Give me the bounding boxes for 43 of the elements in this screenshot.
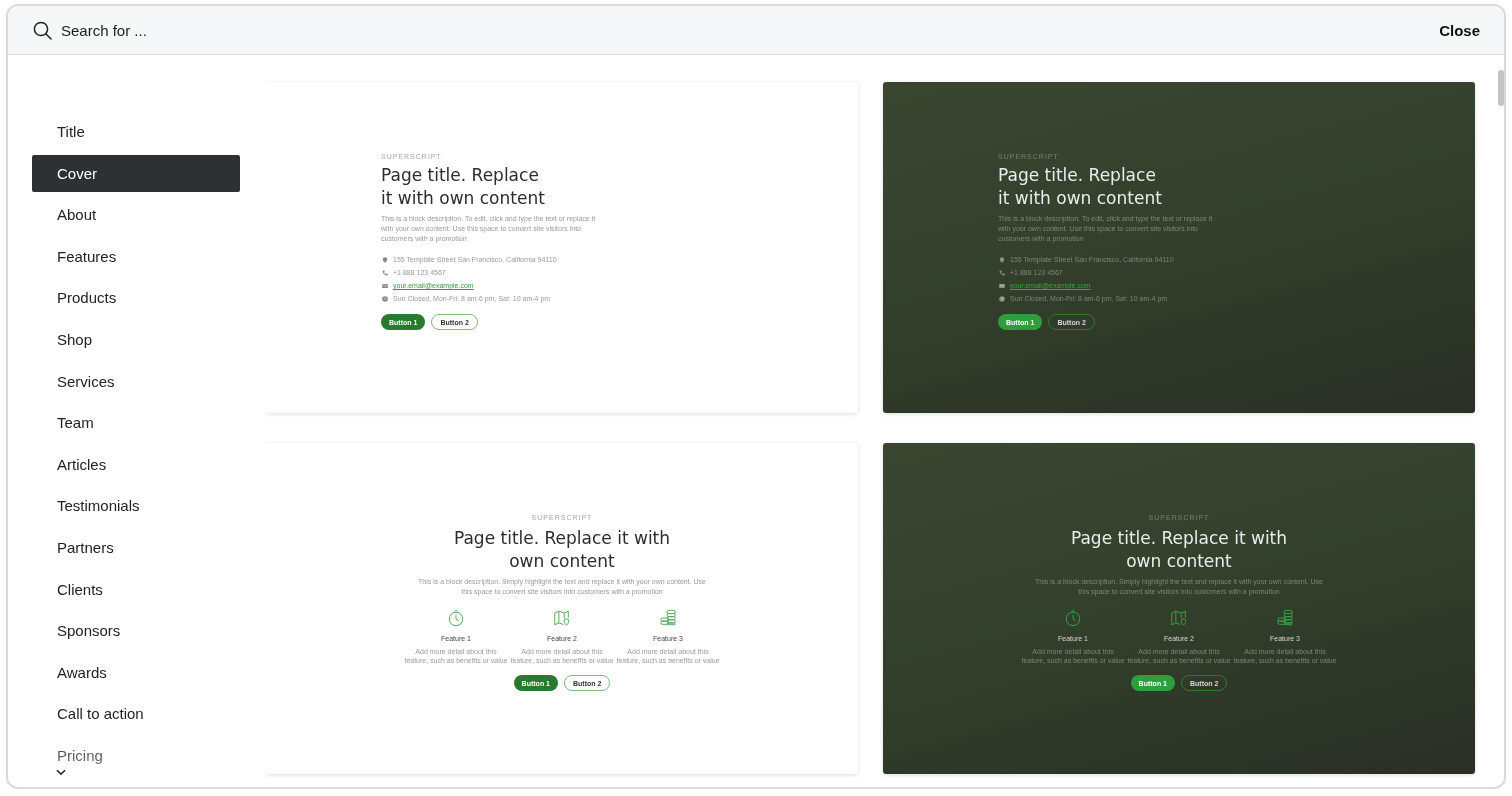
sidebar-item[interactable]: Awards bbox=[32, 653, 240, 691]
sidebar-item[interactable]: Title bbox=[32, 113, 240, 150]
scrollbar-thumb[interactable] bbox=[1498, 70, 1504, 106]
coins-icon bbox=[659, 609, 677, 627]
sidebar-item[interactable]: Cover bbox=[32, 154, 240, 192]
template-card[interactable] bbox=[266, 82, 858, 413]
sidebar-item[interactable]: Features bbox=[32, 237, 240, 275]
page-title: Page title. Replace it with own content bbox=[1069, 527, 1289, 573]
sidebar-item[interactable]: Call to action bbox=[32, 695, 240, 733]
page-title: Page title. Replace it with own content bbox=[998, 164, 1163, 210]
envelope-icon bbox=[999, 282, 1005, 289]
search-icon bbox=[33, 20, 52, 40]
clock-icon bbox=[999, 295, 1005, 302]
map-icon bbox=[1170, 609, 1188, 627]
page-title: Page title. Replace it with own content bbox=[452, 527, 672, 573]
pin-icon bbox=[382, 256, 388, 263]
template-card[interactable] bbox=[266, 443, 858, 774]
sidebar-item[interactable]: Testimonials bbox=[32, 487, 240, 525]
sidebar-item[interactable]: Services bbox=[32, 362, 240, 400]
sidebar-item[interactable]: Products bbox=[32, 279, 240, 317]
sidebar-item[interactable]: Team bbox=[32, 404, 240, 442]
sidebar-item[interactable]: Pricing bbox=[32, 736, 240, 774]
photo-card[interactable] bbox=[883, 443, 1475, 774]
sidebar-item[interactable]: Clients bbox=[32, 570, 240, 608]
search-field[interactable]: Search for ... bbox=[61, 19, 441, 41]
sidebar-item[interactable]: Shop bbox=[32, 320, 240, 358]
photo-card[interactable] bbox=[883, 82, 1475, 413]
chevron-down-icon[interactable] bbox=[56, 769, 66, 776]
phone-icon bbox=[382, 269, 388, 276]
close-button[interactable]: Close bbox=[1439, 17, 1480, 43]
pin-icon bbox=[999, 256, 1005, 263]
clock-icon bbox=[382, 295, 388, 302]
coins-icon bbox=[1276, 609, 1294, 627]
page-title: Page title. Replace it with own content bbox=[381, 164, 546, 210]
clock-icon bbox=[447, 609, 465, 627]
sidebar-item[interactable]: About bbox=[32, 196, 240, 234]
sidebar-item[interactable]: Articles bbox=[32, 445, 240, 483]
map-icon bbox=[553, 609, 571, 627]
envelope-icon bbox=[382, 282, 388, 289]
sidebar-item[interactable]: Sponsors bbox=[32, 612, 240, 650]
phone-icon bbox=[999, 269, 1005, 276]
clock-icon bbox=[1064, 609, 1082, 627]
sidebar-item[interactable]: Partners bbox=[32, 528, 240, 566]
